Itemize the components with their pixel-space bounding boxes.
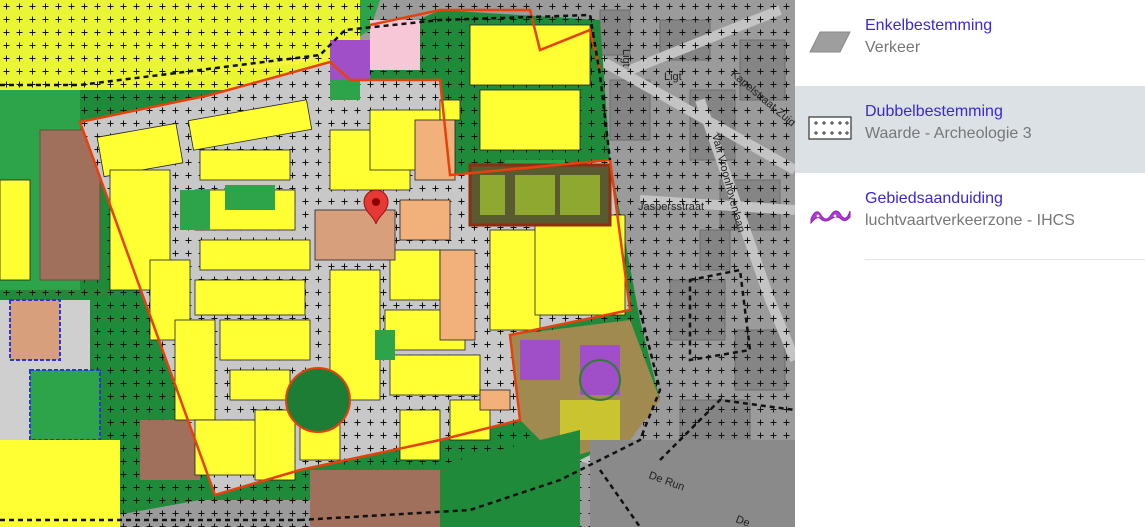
zoning-map[interactable]: Ligt Ligt Kapelstraat-Zuid Van Vroonhove…: [0, 0, 795, 527]
purple-wave-icon: [810, 210, 851, 225]
legend-divider: [865, 259, 1145, 260]
street-label-jaspersstraat: Jaspersstraat: [638, 201, 704, 213]
legend-subtitle: luchtvaartverkeerzone - IHCS: [865, 212, 1075, 229]
street-label-ligt-2: Ligt: [664, 71, 682, 83]
legend-title: Dubbelbestemming: [865, 103, 1003, 120]
legend-item-dubbelbestemming[interactable]: Dubbelbestemming Waarde - Archeologie 3: [795, 86, 1145, 173]
legend-item-enkelbestemming[interactable]: Enkelbestemming Verkeer: [795, 0, 1145, 87]
legend-title: Enkelbestemming: [865, 17, 993, 34]
street-label-ligt-1: Ligt: [620, 49, 632, 67]
legend-title: Gebiedsaanduiding: [865, 190, 1003, 207]
legend-subtitle: Waarde - Archeologie 3: [865, 125, 1032, 142]
legend-panel: Enkelbestemming Verkeer Dubbelbestemming…: [795, 0, 1145, 527]
legend-subtitle: Verkeer: [865, 39, 921, 56]
plus-grid-icon: [808, 116, 852, 140]
parallelogram-grey-icon: [809, 31, 851, 53]
legend-item-gebiedsaanduiding[interactable]: Gebiedsaanduiding luchtvaartverkeerzone …: [795, 173, 1145, 260]
